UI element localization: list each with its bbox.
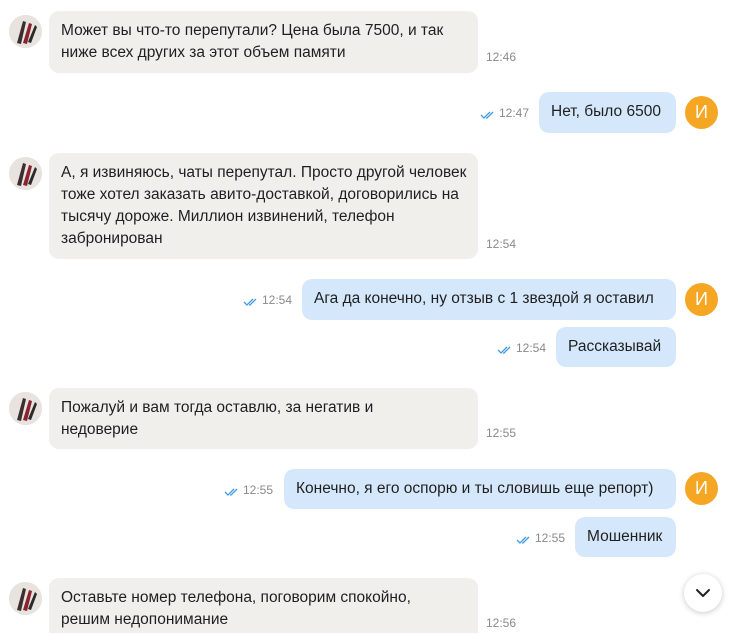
message-text: А, я извиняюсь, чаты перепутал. Просто д… xyxy=(61,164,467,247)
contact-avatar[interactable] xyxy=(9,15,42,48)
contact-avatar[interactable] xyxy=(9,582,42,615)
message-text: Конечно, я его оспорю и ты словишь еще р… xyxy=(296,480,654,497)
user-avatar[interactable]: И xyxy=(685,472,718,505)
double-check-icon xyxy=(480,107,496,125)
contact-avatar[interactable] xyxy=(9,157,42,190)
contact-avatar[interactable] xyxy=(9,392,42,425)
message-text: Нет, было 6500 xyxy=(551,103,661,120)
message-bubble-incoming[interactable]: Пожалуй и вам тогда оставлю, за негатив … xyxy=(49,388,516,449)
message-bubble-outgoing[interactable]: Ага да конечно, ну отзыв с 1 звездой я о… xyxy=(302,279,676,320)
double-check-icon xyxy=(497,342,513,360)
user-avatar[interactable]: И xyxy=(685,96,718,129)
double-check-icon xyxy=(224,484,240,502)
message-bubble-outgoing[interactable]: Мошенник xyxy=(575,517,676,557)
message-text: Рассказывай xyxy=(568,338,662,355)
message-text: Оставьте номер телефона, поговорим споко… xyxy=(61,589,411,628)
message-time: 12:55 xyxy=(243,483,274,497)
message-text: Ага да конечно, ну отзыв с 1 звездой я о… xyxy=(314,290,654,307)
message-time: 12:54 xyxy=(516,341,547,355)
message-bubble-outgoing[interactable]: Конечно, я его оспорю и ты словишь еще р… xyxy=(284,469,676,509)
contact-avatar-photo-icon xyxy=(9,582,42,615)
message-time: 12:54 xyxy=(262,293,293,307)
contact-avatar-photo-icon xyxy=(9,157,42,190)
message-time: 12:55 xyxy=(535,531,566,545)
contact-avatar-photo-icon xyxy=(9,392,42,425)
message-time: 12:55 xyxy=(486,426,517,440)
message-bubble-outgoing[interactable]: Рассказывай xyxy=(556,327,676,367)
double-check-icon xyxy=(243,294,259,312)
message-time: 12:56 xyxy=(486,616,517,630)
message-time: 12:54 xyxy=(486,237,517,251)
message-bubble-outgoing[interactable]: Нет, было 6500 xyxy=(539,92,676,133)
contact-avatar-photo-icon xyxy=(9,15,42,48)
double-check-icon xyxy=(516,532,532,550)
message-time: 12:47 xyxy=(499,106,530,120)
message-text: Мошенник xyxy=(587,528,663,545)
message-time: 12:46 xyxy=(486,50,517,64)
message-bubble-incoming[interactable]: Может вы что-то перепутали? Цена была 75… xyxy=(49,11,516,73)
message-bubble-incoming[interactable]: А, я извиняюсь, чаты перепутал. Просто д… xyxy=(49,153,516,259)
message-text: Пожалуй и вам тогда оставлю, за негатив … xyxy=(61,399,374,438)
message-text: Может вы что-то перепутали? Цена была 75… xyxy=(61,22,444,61)
message-bubble-incoming[interactable]: Оставьте номер телефона, поговорим споко… xyxy=(49,578,516,633)
user-avatar[interactable]: И xyxy=(685,283,718,316)
chevron-down-icon xyxy=(696,589,710,597)
scroll-down-button[interactable] xyxy=(684,574,722,612)
